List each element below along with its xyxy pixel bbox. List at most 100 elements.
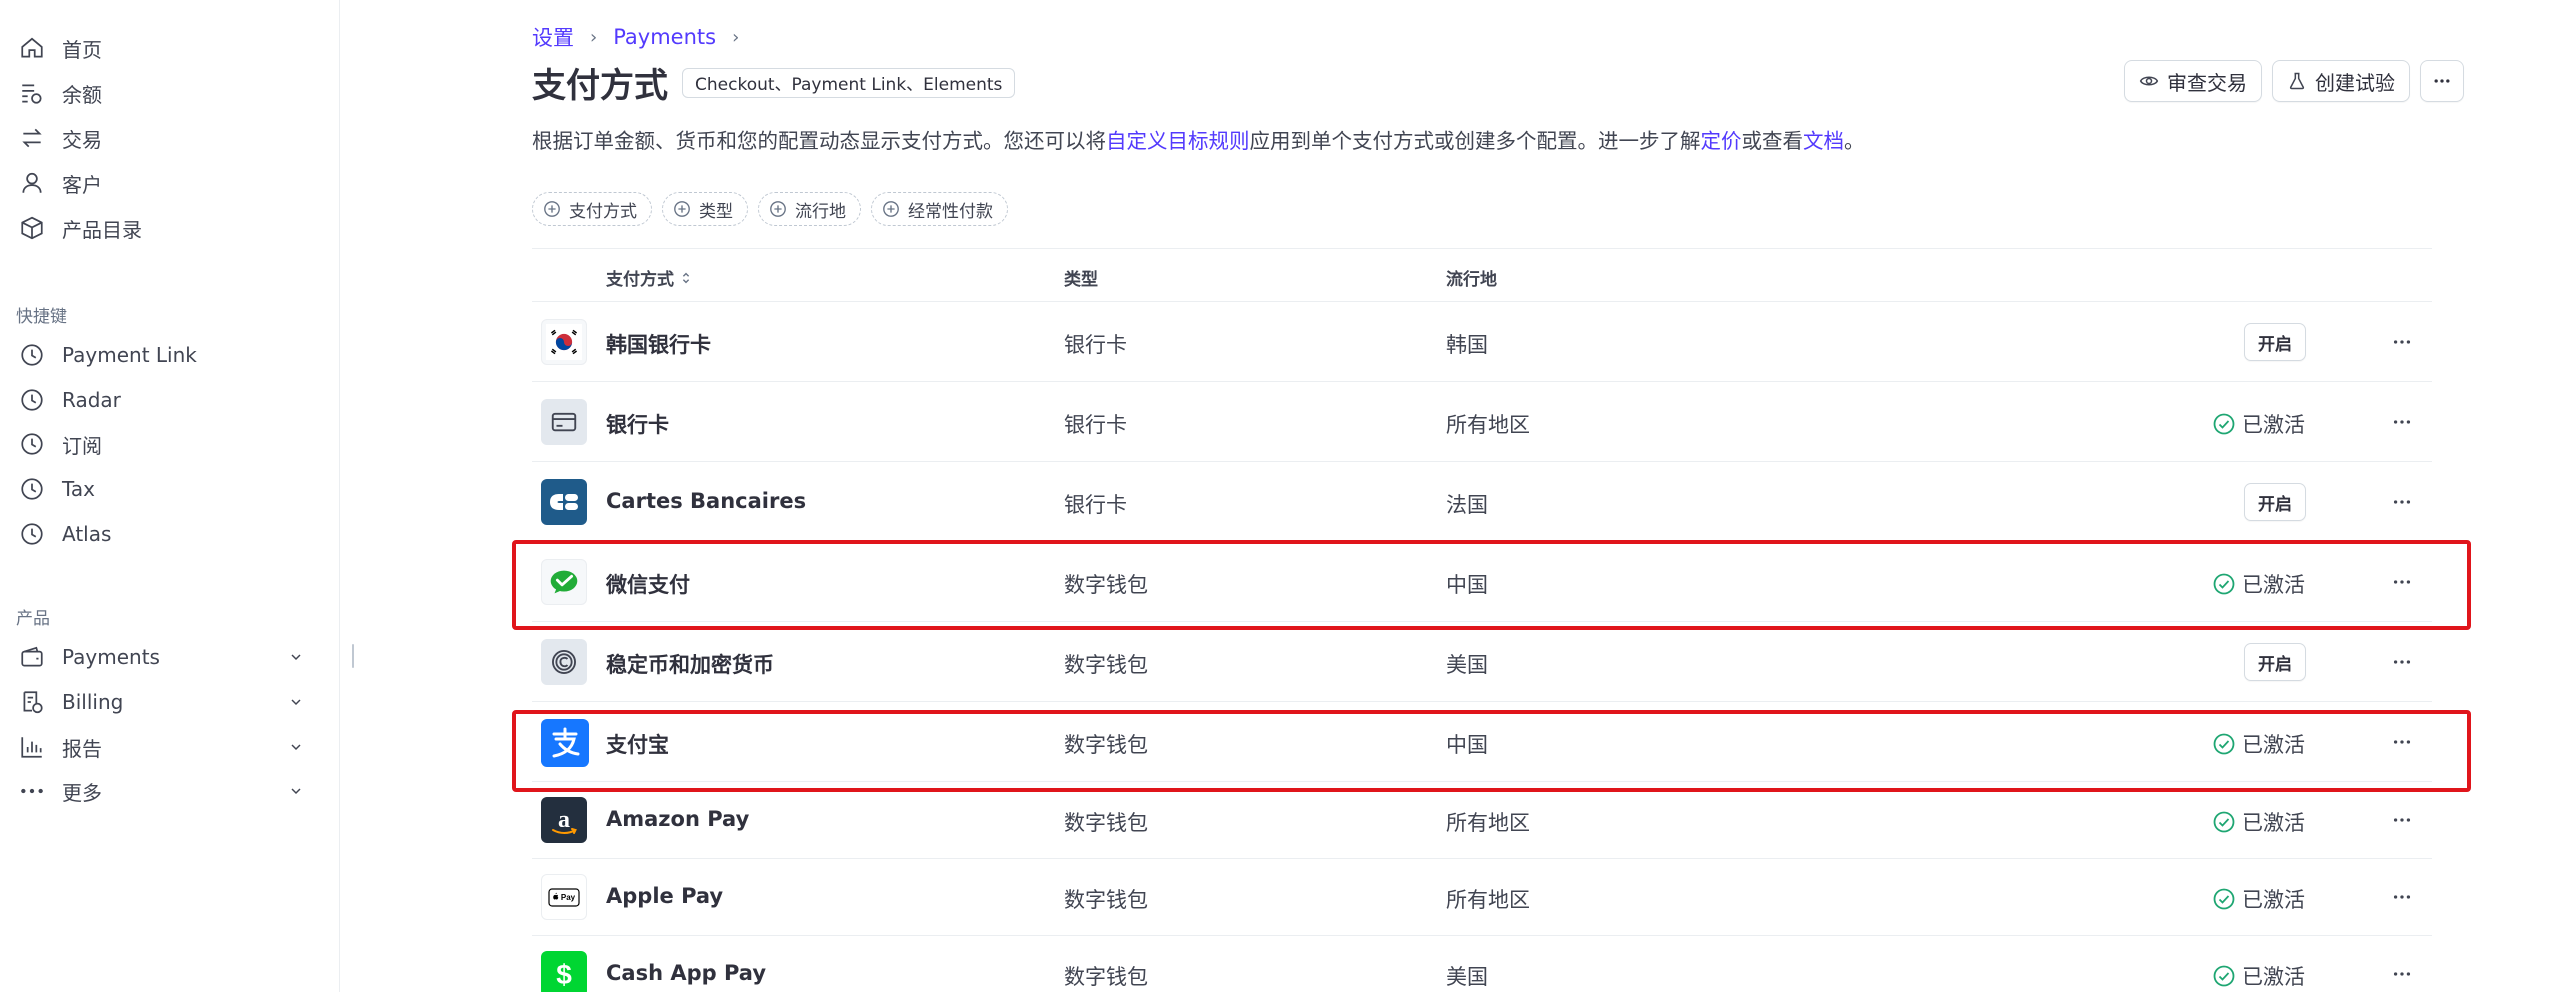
more-horizontal-icon <box>2393 818 2411 822</box>
sidebar-item-more[interactable]: 更多 <box>18 771 301 811</box>
status-active: 已激活 <box>2212 729 2305 759</box>
sidebar-item-balance[interactable]: 余额 <box>18 73 102 113</box>
sidebar-item-payment-link[interactable]: Payment Link <box>18 335 197 375</box>
custom-targeting-rules-link[interactable]: 自定义目标规则 <box>1106 129 1250 153</box>
more-horizontal-icon <box>2393 740 2411 744</box>
method-region: 美国 <box>1446 653 1488 677</box>
sidebar-item-label: 更多 <box>62 780 102 805</box>
crypto-icon <box>541 639 587 685</box>
cash-app-logo: $ <box>541 951 587 992</box>
method-type: 数字钱包 <box>1064 888 1148 912</box>
filter-recurring[interactable]: 经常性付款 <box>871 192 1008 226</box>
apple-pay-logo: Pay <box>541 874 587 920</box>
chevron-down-icon <box>286 781 306 801</box>
more-horizontal-icon <box>2393 340 2411 344</box>
customer-icon <box>18 169 46 197</box>
status-active: 已激活 <box>2212 884 2305 914</box>
description-text: 根据订单金额、货币和您的配置动态显示支付方式。您还可以将 <box>532 129 1106 153</box>
method-name: 微信支付 <box>606 573 690 597</box>
breadcrumb-payments-link[interactable]: Payments <box>613 25 716 49</box>
header-actions: 审查交易 创建试验 <box>2124 60 2464 102</box>
row-more-button[interactable] <box>2384 647 2420 677</box>
card-icon <box>541 399 587 445</box>
product-catalog-icon <box>18 214 46 242</box>
sidebar-item-label: Tax <box>62 477 95 501</box>
shortcuts-section-label: 快捷键 <box>16 307 67 327</box>
svg-text:Pay: Pay <box>561 893 576 902</box>
more-horizontal-icon <box>2393 660 2411 664</box>
create-experiment-button[interactable]: 创建试验 <box>2272 60 2410 102</box>
row-more-button[interactable] <box>2384 882 2420 912</box>
method-name: 支付宝 <box>606 733 669 757</box>
enable-button[interactable]: 开启 <box>2244 643 2306 681</box>
sidebar-item-transactions[interactable]: 交易 <box>18 118 102 158</box>
method-name: 银行卡 <box>606 413 669 437</box>
status-label: 已激活 <box>2242 413 2305 437</box>
eye-icon <box>2139 76 2159 86</box>
status-active: 已激活 <box>2212 807 2305 837</box>
table-row[interactable]: a Amazon Pay 数字钱包 所有地区 已激活 <box>532 782 2432 859</box>
method-name: Cash App Pay <box>606 961 767 985</box>
sidebar-item-label: 产品目录 <box>62 217 142 242</box>
sidebar-item-reports[interactable]: 报告 <box>18 727 301 767</box>
table-row[interactable]: 稳定币和加密货币 数字钱包 美国 开启 <box>532 622 2432 702</box>
check-circle-icon <box>2213 413 2235 435</box>
wallet-icon <box>18 643 46 671</box>
sidebar-item-label: 余额 <box>62 82 102 107</box>
sidebar-item-radar[interactable]: Radar <box>18 380 121 420</box>
filter-type[interactable]: 类型 <box>662 192 748 226</box>
sidebar-item-label: Radar <box>62 388 121 412</box>
method-region: 所有地区 <box>1446 413 1530 437</box>
table-row[interactable]: 韩国银行卡 银行卡 韩国 开启 <box>532 302 2432 382</box>
clock-icon <box>18 386 46 414</box>
sidebar-item-subscriptions[interactable]: 订阅 <box>18 424 102 464</box>
row-more-button[interactable] <box>2384 805 2420 835</box>
enable-button[interactable]: 开启 <box>2244 483 2306 521</box>
row-more-button[interactable] <box>2384 407 2420 437</box>
check-circle-icon <box>2213 573 2235 595</box>
row-more-button[interactable] <box>2384 567 2420 597</box>
sidebar-item-tax[interactable]: Tax <box>18 469 95 509</box>
row-more-button[interactable] <box>2384 727 2420 757</box>
method-region: 美国 <box>1446 965 1488 989</box>
svg-text:a: a <box>558 807 570 833</box>
check-circle-icon <box>2213 811 2235 833</box>
sidebar-item-payments[interactable]: Payments <box>18 637 301 677</box>
enable-button[interactable]: 开启 <box>2244 323 2306 361</box>
description-text: 。 <box>1844 129 1865 153</box>
row-more-button[interactable] <box>2384 487 2420 517</box>
home-icon <box>18 34 46 62</box>
more-actions-button[interactable] <box>2420 60 2464 102</box>
description-text: 应用到单个支付方式或创建多个配置。进一步了解 <box>1249 129 1701 153</box>
sidebar-item-product-catalog[interactable]: 产品目录 <box>18 208 142 248</box>
column-header-region: 流行地 <box>1446 270 1497 290</box>
docs-link[interactable]: 文档 <box>1803 129 1844 153</box>
filter-payment-method[interactable]: 支付方式 <box>532 192 652 226</box>
table-row[interactable]: 银行卡 银行卡 所有地区 已激活 <box>532 382 2432 462</box>
table-row[interactable]: Cartes Bancaires 银行卡 法国 开启 <box>532 462 2432 542</box>
sidebar-item-atlas[interactable]: Atlas <box>18 514 111 554</box>
row-more-button[interactable] <box>2384 959 2420 989</box>
breadcrumb-settings-link[interactable]: 设置 <box>532 22 574 52</box>
status-label: 已激活 <box>2242 965 2305 989</box>
status-active: 已激活 <box>2212 409 2305 439</box>
create-experiment-label: 创建试验 <box>2315 70 2395 95</box>
filter-bar: 支付方式 类型 流行地 经常性付款 <box>532 192 1008 226</box>
column-header-method[interactable]: 支付方式 <box>606 265 692 290</box>
table-row[interactable]: Pay Apple Pay 数字钱包 所有地区 已激活 <box>532 859 2432 936</box>
sidebar-resize-handle[interactable] <box>352 644 354 668</box>
table-row[interactable]: $ Cash App Pay 数字钱包 美国 已激活 <box>532 936 2432 992</box>
status-label: 已激活 <box>2242 888 2305 912</box>
sidebar-item-customers[interactable]: 客户 <box>18 163 102 203</box>
table-row[interactable]: 支付宝 数字钱包 中国 已激活 <box>532 702 2432 782</box>
sidebar-item-billing[interactable]: Billing <box>18 682 301 722</box>
sidebar-item-home[interactable]: 首页 <box>18 28 102 68</box>
pricing-link[interactable]: 定价 <box>1701 129 1742 153</box>
table-row[interactable]: 微信支付 数字钱包 中国 已激活 <box>532 542 2432 622</box>
review-transactions-button[interactable]: 审查交易 <box>2124 60 2262 102</box>
method-name: Cartes Bancaires <box>606 489 807 513</box>
row-more-button[interactable] <box>2384 327 2420 357</box>
clock-icon <box>18 430 46 458</box>
status-label: 已激活 <box>2242 811 2305 835</box>
filter-region[interactable]: 流行地 <box>758 192 861 226</box>
